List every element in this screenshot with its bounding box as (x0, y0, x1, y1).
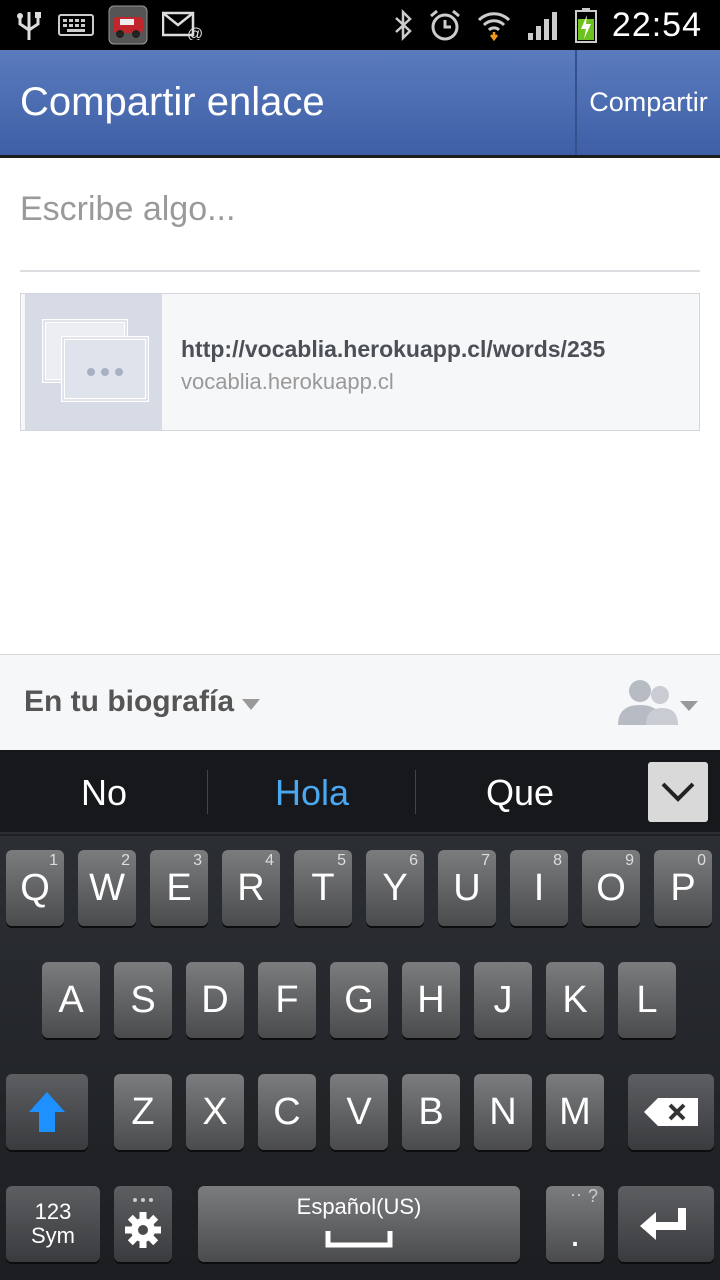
period-key[interactable]: ? ·· . (546, 1184, 604, 1262)
keyboard-language-label: Español(US) (296, 1194, 422, 1219)
gear-icon (125, 1198, 161, 1248)
key-letter: W (89, 866, 125, 909)
suggestion-hola[interactable]: Hola (212, 772, 412, 814)
caret-down-icon (242, 699, 260, 710)
key-number-hint: 5 (337, 852, 346, 869)
link-placeholder-icon (25, 294, 162, 430)
key-letter: U (453, 866, 481, 909)
key-letter: P (670, 866, 696, 909)
key-m[interactable]: M (546, 1074, 604, 1150)
keyboard: No Hola Que 1Q 2W 3E 4R 5T 6Y 7U 8I 9O 0… (0, 750, 720, 1280)
key-number-hint: 3 (193, 852, 202, 869)
key-letter: I (533, 866, 545, 909)
audience-selector[interactable]: En tu biografía (24, 685, 234, 719)
link-url: http://vocablia.herokuapp.cl/words/235 (181, 336, 606, 362)
period-key-hint: ? (587, 1186, 598, 1206)
key-number-hint: 9 (625, 852, 634, 869)
bluetooth-icon (392, 9, 414, 41)
key-y[interactable]: 6Y (366, 850, 424, 926)
key-k[interactable]: K (546, 962, 604, 1038)
link-domain: vocablia.herokuapp.cl (181, 369, 394, 394)
link-preview-card[interactable]: http://vocablia.herokuapp.cl/words/235 v… (20, 293, 700, 431)
app-thumbnail-icon (108, 5, 148, 45)
key-b[interactable]: B (402, 1074, 460, 1150)
key-w[interactable]: 2W (78, 850, 136, 926)
key-p[interactable]: 0P (654, 850, 712, 926)
screen: @ 22:54 Compartir enlace Compartir Escri… (0, 0, 720, 1280)
backspace-icon (644, 1098, 698, 1126)
period-key-dots: ·· (570, 1184, 582, 1204)
keyboard-icon (58, 14, 94, 36)
battery-charging-icon (574, 7, 598, 43)
settings-key[interactable] (114, 1186, 172, 1262)
usb-icon (14, 8, 44, 42)
key-v[interactable]: V (330, 1074, 388, 1150)
key-z[interactable]: Z (114, 1074, 172, 1150)
key-g[interactable]: G (330, 962, 388, 1038)
key-s[interactable]: S (114, 962, 172, 1038)
key-letter: O (596, 866, 626, 909)
shift-arrow-icon (29, 1092, 65, 1132)
key-o[interactable]: 9O (582, 850, 640, 926)
suggestion-que[interactable]: Que (420, 772, 620, 814)
post-text-input[interactable] (20, 190, 700, 229)
period-key-label: . (569, 1212, 581, 1255)
symbols-key-line2: Sym (31, 1223, 75, 1248)
enter-icon (640, 1208, 686, 1240)
friends-icon[interactable] (616, 677, 702, 727)
key-number-hint: 1 (49, 852, 58, 869)
share-button[interactable]: Compartir (577, 50, 720, 155)
svg-text:@: @ (187, 26, 202, 40)
key-number-hint: 7 (481, 852, 490, 869)
email-icon: @ (162, 10, 202, 40)
audience-bar: En tu biografía (0, 654, 720, 750)
suggestion-no[interactable]: No (4, 772, 204, 814)
clock-time: 22:54 (611, 5, 702, 44)
symbols-key-line1: 123 (34, 1199, 72, 1224)
wifi-icon (476, 8, 512, 42)
key-e[interactable]: 3E (150, 850, 208, 926)
key-c[interactable]: C (258, 1074, 316, 1150)
key-i[interactable]: 8I (510, 850, 568, 926)
header-bar: Compartir enlace Compartir (0, 50, 720, 158)
page-title: Compartir enlace (20, 80, 325, 124)
key-letter: Q (20, 866, 50, 909)
shift-key[interactable] (6, 1074, 88, 1150)
key-number-hint: 2 (121, 852, 130, 869)
key-number-hint: 6 (409, 852, 418, 869)
key-d[interactable]: D (186, 962, 244, 1038)
suggestion-divider (415, 770, 416, 814)
key-r[interactable]: 4R (222, 850, 280, 926)
suggestion-divider (207, 770, 208, 814)
key-l[interactable]: L (618, 962, 676, 1038)
key-letter: E (166, 866, 192, 909)
backspace-key[interactable] (628, 1074, 714, 1150)
collapse-keyboard-button[interactable] (648, 762, 708, 822)
key-number-hint: 8 (553, 852, 562, 869)
key-number-hint: 0 (697, 852, 706, 869)
alarm-icon (428, 8, 462, 42)
key-n[interactable]: N (474, 1074, 532, 1150)
space-bar-icon (325, 1231, 393, 1248)
key-t[interactable]: 5T (294, 850, 352, 926)
key-j[interactable]: J (474, 962, 532, 1038)
key-x[interactable]: X (186, 1074, 244, 1150)
key-a[interactable]: A (42, 962, 100, 1038)
signal-icon (526, 9, 560, 41)
key-number-hint: 4 (265, 852, 274, 869)
space-key[interactable]: Español(US) (198, 1186, 520, 1262)
key-f[interactable]: F (258, 962, 316, 1038)
symbols-key[interactable]: 123 Sym (6, 1186, 100, 1262)
key-h[interactable]: H (402, 962, 460, 1038)
key-letter: R (237, 866, 265, 909)
key-letter: Y (382, 866, 408, 909)
suggestion-bar: No Hola Que (0, 750, 720, 834)
enter-key[interactable] (618, 1186, 714, 1262)
key-letter: T (311, 866, 335, 909)
post-composer (20, 190, 700, 272)
key-u[interactable]: 7U (438, 850, 496, 926)
status-bar: @ 22:54 (0, 0, 720, 50)
key-area: 1Q 2W 3E 4R 5T 6Y 7U 8I 9O 0P A S D F G … (0, 836, 720, 1280)
key-q[interactable]: 1Q (6, 850, 64, 926)
